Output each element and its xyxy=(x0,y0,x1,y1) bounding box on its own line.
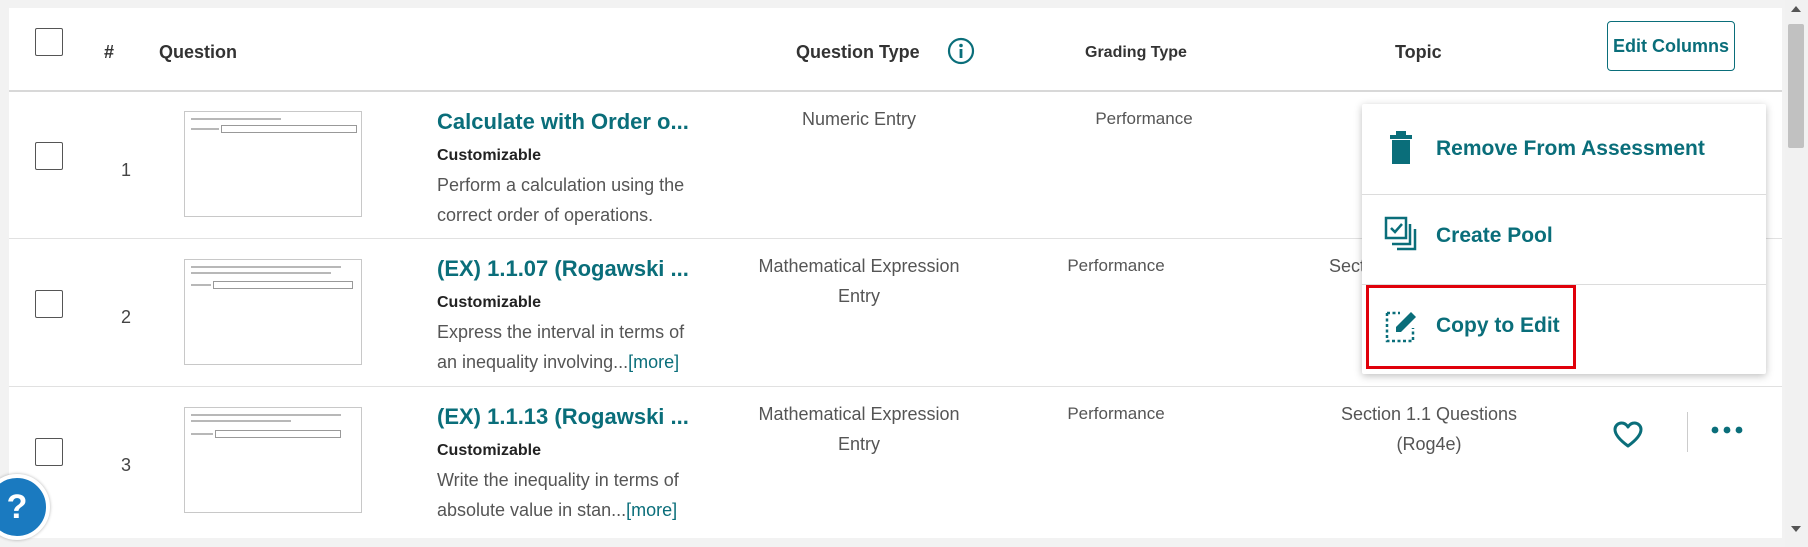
select-all-checkbox[interactable] xyxy=(35,28,63,56)
question-type-line1: Mathematical Expression xyxy=(758,256,960,276)
row-checkbox[interactable] xyxy=(35,290,63,318)
more-options-icon[interactable] xyxy=(1711,426,1743,434)
grading-type-column-header[interactable]: Grading Type xyxy=(1085,44,1187,62)
topic-column-header[interactable]: Topic xyxy=(1395,42,1442,63)
question-thumbnail[interactable] xyxy=(184,407,362,513)
question-description: Express the interval in terms of an ineq… xyxy=(437,317,707,377)
topic-line2: (Rog4e) xyxy=(1396,434,1462,454)
question-description: Perform a calculation using the correct … xyxy=(437,170,707,230)
question-title-link[interactable]: (EX) 1.1.07 (Rogawski ... xyxy=(437,256,697,282)
row-checkbox[interactable] xyxy=(35,438,63,466)
more-link[interactable]: [more] xyxy=(626,500,677,520)
topic: Section 1.1 Questions (Rog4e) xyxy=(1309,399,1549,459)
question-description-text: Perform a calculation using the correct … xyxy=(437,175,685,225)
customizable-tag: Customizable xyxy=(437,147,542,164)
scroll-up-arrow-icon[interactable] xyxy=(1791,6,1801,12)
grading-type: Performance xyxy=(1067,404,1165,423)
vertical-scrollbar[interactable] xyxy=(1785,0,1808,547)
question-thumbnail[interactable] xyxy=(184,259,362,365)
grading-type: Performance xyxy=(1067,256,1165,275)
copy-pool-icon xyxy=(1384,216,1417,251)
row-checkbox[interactable] xyxy=(35,142,63,170)
question-title-link[interactable]: (EX) 1.1.13 (Rogawski ... xyxy=(437,404,697,430)
question-column-header[interactable]: Question xyxy=(159,42,237,63)
question-type: Numeric Entry xyxy=(744,104,974,134)
row-number: 2 xyxy=(121,307,132,327)
row-number: 3 xyxy=(121,455,132,475)
customizable-tag: Customizable xyxy=(437,442,542,459)
action-divider xyxy=(1687,412,1688,452)
number-column-header: # xyxy=(104,42,115,62)
question-type-line2: Entry xyxy=(837,434,880,454)
scroll-down-arrow-icon[interactable] xyxy=(1791,526,1801,532)
question-type-column-header[interactable]: Question Type xyxy=(796,42,920,63)
question-thumbnail[interactable] xyxy=(184,111,362,217)
menu-item-label: Remove From Assessment xyxy=(1436,137,1705,160)
more-link[interactable]: [more] xyxy=(628,352,679,372)
menu-item-remove-from-assessment[interactable]: Remove From Assessment xyxy=(1362,104,1766,195)
topic-line1: Section 1.1 Questions xyxy=(1340,404,1518,424)
menu-item-create-pool[interactable]: Create Pool xyxy=(1362,194,1766,285)
highlight-box xyxy=(1366,285,1576,369)
table-row: 3 (EX) 1.1.13 (Rogawski ... Customizable… xyxy=(9,387,1782,538)
grading-type: Performance xyxy=(1095,109,1193,128)
info-icon[interactable] xyxy=(947,37,975,65)
question-description: Write the inequality in terms of absolut… xyxy=(437,465,707,525)
row-number: 1 xyxy=(121,160,132,180)
edit-columns-button[interactable]: Edit Columns xyxy=(1607,21,1735,71)
scrollbar-thumb[interactable] xyxy=(1788,24,1804,148)
customizable-tag: Customizable xyxy=(437,294,542,311)
question-type: Mathematical Expression Entry xyxy=(734,399,984,459)
trash-icon xyxy=(1390,131,1412,164)
question-type-text: Numeric Entry xyxy=(801,109,917,129)
question-title-link[interactable]: Calculate with Order o... xyxy=(437,109,697,135)
favorite-heart-icon[interactable] xyxy=(1613,421,1643,449)
question-type-line2: Entry xyxy=(837,286,880,306)
menu-item-label: Create Pool xyxy=(1436,224,1553,247)
question-type: Mathematical Expression Entry xyxy=(734,251,984,311)
question-type-line1: Mathematical Expression xyxy=(758,404,960,424)
table-header: # Question Question Type Grading Type To… xyxy=(9,8,1782,92)
